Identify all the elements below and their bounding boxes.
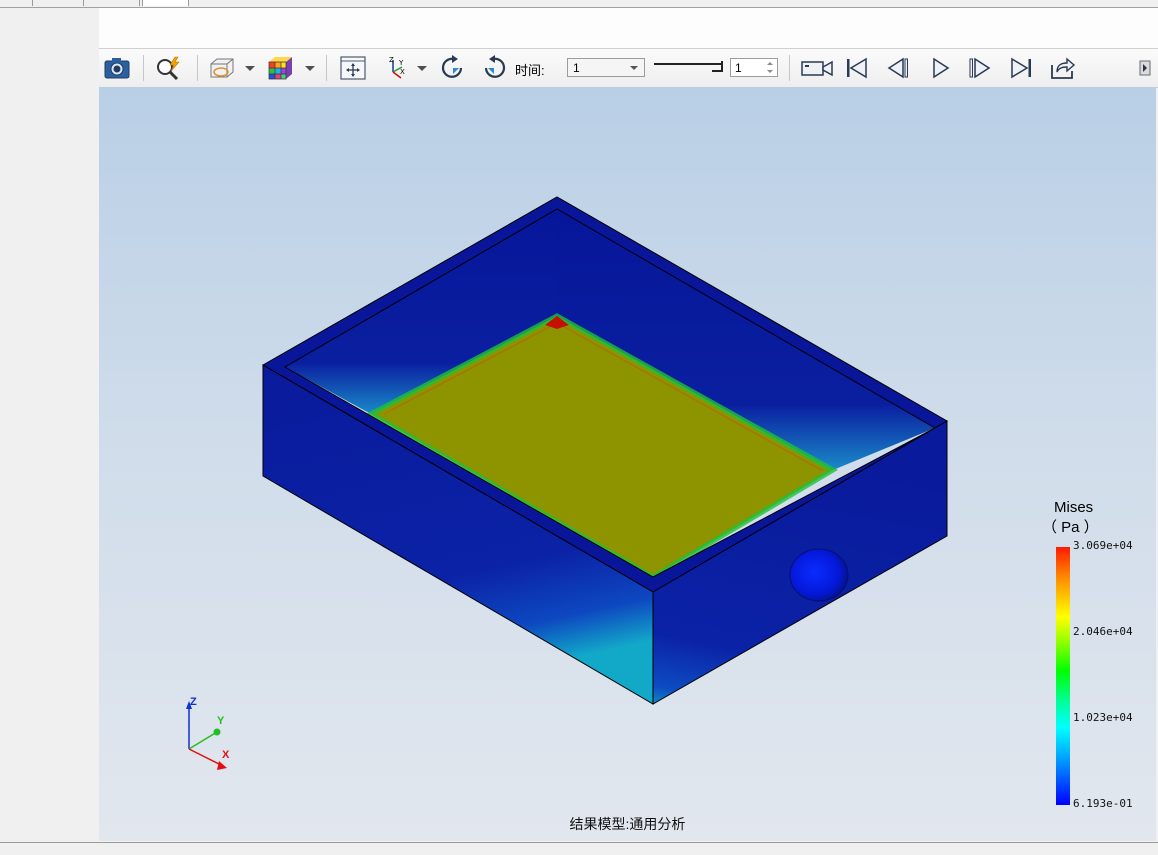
legend-tick-3: 1.023e+04 (1073, 711, 1133, 724)
record-animation-button[interactable] (800, 55, 834, 81)
tab-3[interactable] (84, 0, 140, 6)
rotate-left-button[interactable] (439, 55, 467, 81)
section-view-button[interactable] (207, 55, 235, 81)
toolbar-separator (143, 55, 144, 81)
legend-tick-min: 6.193e-01 (1073, 797, 1133, 810)
drain-bump (789, 548, 849, 602)
screenshot-button[interactable] (103, 55, 131, 81)
frame-spinbox-value: 1 (735, 61, 742, 75)
toolbar-separator (326, 55, 327, 81)
left-panel (0, 8, 99, 842)
time-step-select[interactable]: 1 (567, 58, 645, 77)
axis-y-label: Y (217, 715, 225, 727)
tab-1[interactable] (0, 0, 33, 6)
chevron-down-icon (630, 66, 638, 70)
svg-text:Y: Y (398, 59, 404, 67)
svg-text:Z: Z (389, 56, 394, 64)
spin-up-icon[interactable] (767, 62, 773, 65)
result-viewport[interactable]: Z Y X Mises （ Pa ） 3.069e+04 2.046e+04 1… (99, 87, 1156, 841)
play-icon (933, 57, 950, 79)
next-frame-icon (969, 57, 991, 79)
time-slider-handle[interactable] (712, 61, 723, 72)
legend-title: Mises (1054, 499, 1094, 516)
view-orientation-dropdown[interactable] (417, 66, 427, 71)
result-toolbar: Z Y X 时间: 1 1 (99, 48, 1158, 88)
frame-spinbox[interactable]: 1 (730, 58, 778, 77)
zoom-lightning-icon (157, 56, 180, 80)
tab-2[interactable] (33, 0, 84, 6)
workspace-top-area (99, 8, 1158, 48)
view-orientation-button[interactable]: Z Y X (382, 55, 410, 81)
legend-tick-2: 2.046e+04 (1073, 625, 1133, 638)
zoom-button[interactable] (155, 55, 183, 81)
panel-toggle-icon (1139, 60, 1151, 76)
axis-x-label: X (222, 749, 230, 761)
rotate-right-button[interactable] (480, 55, 508, 81)
legend-color-bar (1056, 547, 1070, 805)
export-animation-button[interactable] (1049, 55, 1077, 81)
camera-icon (104, 58, 130, 79)
toolbar-separator (197, 55, 198, 81)
last-frame-icon (1011, 57, 1031, 79)
svg-text:X: X (400, 68, 405, 76)
axis-triad (186, 701, 227, 770)
fit-view-button[interactable] (339, 55, 367, 81)
play-button[interactable] (926, 55, 954, 81)
result-model-label: 结果模型:通用分析 (569, 816, 686, 832)
first-frame-button[interactable] (843, 55, 871, 81)
record-video-icon (801, 60, 833, 77)
next-frame-button[interactable] (966, 55, 994, 81)
time-label: 时间: (515, 63, 545, 78)
top-tab-strip (0, 0, 1158, 8)
export-icon (1051, 57, 1076, 79)
contour-style-button[interactable] (266, 55, 294, 81)
legend-unit: （ Pa ） (1042, 519, 1099, 536)
contour-style-dropdown[interactable] (305, 66, 315, 71)
section-view-dropdown[interactable] (245, 66, 255, 71)
color-cube-icon (268, 57, 292, 80)
time-step-select-value: 1 (573, 61, 580, 75)
fem-model-render[interactable] (99, 87, 1156, 841)
axis-z-label: Z (190, 696, 197, 708)
bottom-status-strip (0, 842, 1158, 855)
rotate-cw-icon (484, 55, 506, 78)
last-frame-button[interactable] (1007, 55, 1035, 81)
legend-tick-max: 3.069e+04 (1073, 539, 1133, 552)
fit-view-icon (340, 56, 366, 80)
previous-frame-button[interactable] (884, 55, 912, 81)
toolbar-separator (789, 55, 790, 81)
section-view-icon (210, 58, 234, 78)
rotate-ccw-icon (441, 55, 463, 78)
panel-toggle-button[interactable] (1135, 55, 1155, 81)
spin-down-icon[interactable] (767, 70, 773, 73)
prev-frame-icon (887, 57, 908, 79)
coordinate-axes-icon: Z Y X (389, 56, 405, 79)
tab-4[interactable] (142, 0, 189, 6)
first-frame-icon (847, 57, 867, 79)
